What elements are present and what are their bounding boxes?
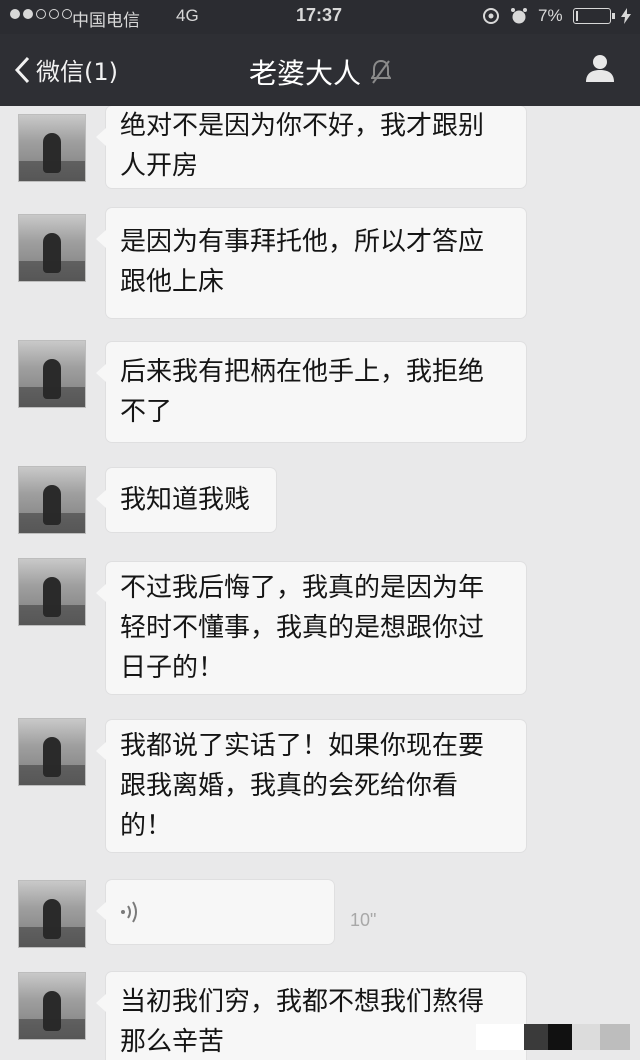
charging-icon (620, 8, 631, 24)
avatar[interactable] (18, 466, 86, 534)
voice-wave-icon (121, 901, 137, 923)
message-text: 日子的！ (120, 653, 225, 683)
avatar[interactable] (18, 718, 86, 786)
voice-message-bubble[interactable] (96, 880, 334, 944)
message-text: 跟他上床 (120, 267, 225, 297)
profile-icon (586, 55, 614, 82)
message-bubble[interactable]: 我都说了实话了！如果你现在要 跟我离婚，我真的会死给你看 的！ (96, 720, 526, 852)
message-text: 那么辛苦 (120, 1027, 225, 1057)
message-bubble[interactable]: 不过我后悔了，我真的是因为年 轻时不懂事，我真的是想跟你过 日子的！ (96, 562, 526, 694)
location-icon (483, 8, 499, 24)
avatar[interactable] (18, 972, 86, 1040)
message-text: 的！ (120, 811, 173, 841)
battery-percent: 7% (538, 6, 563, 25)
message-text: 我知道我贱 (120, 485, 251, 515)
avatar[interactable] (18, 340, 86, 408)
chat-title: 老婆大人 (248, 57, 361, 90)
message-text: 人开房 (120, 151, 199, 181)
message-text: 不过我后悔了，我真的是因为年 (120, 573, 485, 603)
avatar[interactable] (18, 114, 86, 182)
avatar[interactable] (18, 214, 86, 282)
message-bubble[interactable]: 是因为有事拜托他，所以才答应 跟他上床 (96, 208, 526, 318)
nav-bar: 微信(1) 老婆大人 (0, 34, 640, 106)
network-type: 4G (176, 6, 199, 25)
battery-icon (572, 8, 615, 24)
clock: 17:37 (296, 5, 343, 25)
status-bar: 中国电信 4G 17:37 7% (0, 0, 640, 34)
alarm-icon (511, 8, 527, 24)
mute-icon (371, 59, 391, 84)
message-text: 绝对不是因为你不好，我才跟别 (120, 111, 485, 141)
message-text: 跟我离婚，我真的会死给你看 (120, 771, 459, 801)
message-text: 我都说了实话了！如果你现在要 (120, 731, 485, 761)
profile-button[interactable] (584, 52, 616, 88)
watermark (476, 1024, 630, 1050)
message-text: 轻时不懂事，我真的是想跟你过 (120, 613, 485, 643)
message-text: 是因为有事拜托他，所以才答应 (120, 227, 485, 257)
message-text: 后来我有把柄在他手上，我拒绝 (120, 357, 485, 387)
message-text: 当初我们穷，我都不想我们熬得 (120, 987, 485, 1017)
message-bubble[interactable]: 后来我有把柄在他手上，我拒绝 不了 (96, 342, 526, 442)
signal-dots-icon (10, 9, 72, 19)
message-bubble[interactable]: 绝对不是因为你不好，我才跟别 人开房 (96, 106, 526, 188)
voice-duration: 10" (350, 910, 377, 930)
message-text: 不了 (120, 397, 173, 427)
avatar[interactable] (18, 880, 86, 948)
message-bubble[interactable]: 当初我们穷，我都不想我们熬得 那么辛苦 (96, 972, 526, 1060)
message-bubble[interactable]: 我知道我贱 (96, 468, 276, 532)
chat-area[interactable]: 绝对不是因为你不好，我才跟别 人开房 是因为有事拜托他，所以才答应 跟他上床 后… (0, 106, 640, 1060)
carrier-name: 中国电信 (72, 11, 140, 30)
avatar[interactable] (18, 558, 86, 626)
